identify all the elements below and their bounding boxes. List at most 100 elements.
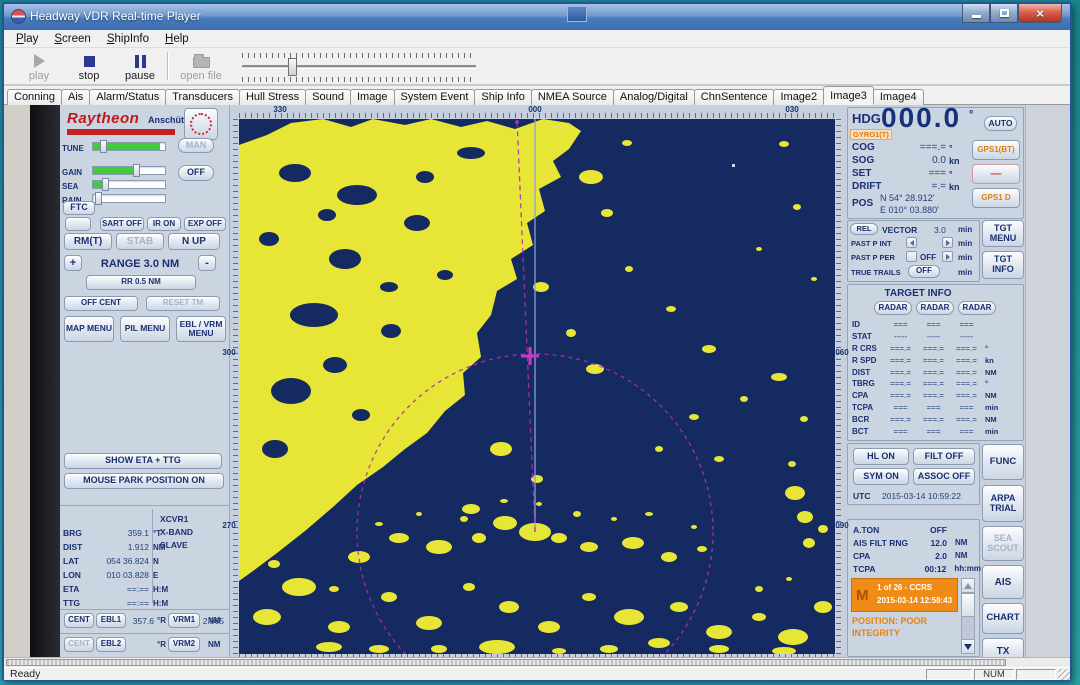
arpa-trial-button[interactable]: ARPA TRIAL xyxy=(982,485,1024,522)
rain-slider[interactable] xyxy=(92,194,166,203)
past-int-dec-button[interactable] xyxy=(906,237,917,248)
ais-button[interactable]: AIS xyxy=(982,565,1024,599)
alarm-message-banner[interactable]: M 1 of 26 - CCRS 2015-03-14 12:58:43 xyxy=(851,578,958,612)
trackbar-thumb[interactable] xyxy=(288,58,297,76)
alarm-scroll-down-button[interactable] xyxy=(962,639,974,653)
sea-scout-button[interactable]: SEA SCOUT xyxy=(982,526,1024,561)
tgt-menu-button[interactable]: TGT MENU xyxy=(982,220,1024,247)
range-rings-button[interactable]: RR 0.5 NM xyxy=(86,275,196,290)
tab-hull-stress[interactable]: Hull Stress xyxy=(239,89,306,105)
ebl-edge-dot xyxy=(515,120,519,124)
close-button[interactable]: × xyxy=(1018,4,1062,23)
horizontal-scrollbar[interactable] xyxy=(4,657,1070,667)
rain-thumb[interactable] xyxy=(95,192,102,205)
assoc-off-button[interactable]: ASSOC OFF xyxy=(913,468,975,485)
sart-off-button[interactable]: SART OFF xyxy=(100,217,144,231)
horizontal-scrollbar-thumb[interactable] xyxy=(6,659,1006,666)
past-per-inc-button[interactable] xyxy=(942,251,953,262)
stab-button[interactable]: STAB xyxy=(116,233,164,250)
stop-button[interactable]: stop xyxy=(66,50,112,84)
past-per-check[interactable] xyxy=(906,251,917,262)
tune-thumb[interactable] xyxy=(100,140,107,153)
gain-thumb[interactable] xyxy=(133,164,140,177)
cent1-button[interactable]: CENT xyxy=(64,613,94,628)
tab-system-event[interactable]: System Event xyxy=(394,89,476,105)
menu-item[interactable]: Play xyxy=(8,31,46,47)
vrm1-button[interactable]: VRM1 xyxy=(168,613,200,628)
man-button[interactable]: MAN xyxy=(178,138,214,153)
blank-toggle-button[interactable] xyxy=(65,217,91,231)
tab-image3-selected[interactable]: Image3 xyxy=(823,86,874,105)
trackbar-track[interactable] xyxy=(242,65,476,69)
gps1-d-button[interactable]: GPS1 D xyxy=(972,188,1020,208)
tab-sound[interactable]: Sound xyxy=(305,89,351,105)
off-center-button[interactable]: OFF CENT xyxy=(64,296,138,311)
exp-off-button[interactable]: EXP OFF xyxy=(184,217,226,231)
ebl1-button[interactable]: EBL1 xyxy=(96,613,126,628)
sea-thumb[interactable] xyxy=(102,178,109,191)
tab-nmea-source[interactable]: NMEA Source xyxy=(531,89,614,105)
filt-off-button[interactable]: FILT OFF xyxy=(913,448,975,465)
menu-item[interactable]: ShipInfo xyxy=(99,31,157,47)
range-decrease-button[interactable]: - xyxy=(198,255,216,271)
alarm-scroll-up-button[interactable] xyxy=(962,579,974,593)
past-int-inc-button[interactable] xyxy=(942,237,953,248)
show-eta-ttg-button[interactable]: SHOW ETA + TTG xyxy=(64,453,222,469)
hl-on-button[interactable]: HL ON xyxy=(853,448,909,465)
rel-vector-button[interactable]: REL xyxy=(850,223,878,235)
chart-button[interactable]: CHART xyxy=(982,603,1024,634)
minimize-button[interactable] xyxy=(962,4,990,23)
pil-menu-button[interactable]: PIL MENU xyxy=(120,316,170,342)
tab-transducers[interactable]: Transducers xyxy=(165,89,240,105)
brand-emblem-button[interactable] xyxy=(184,108,218,140)
map-menu-button[interactable]: MAP MENU xyxy=(64,316,114,342)
taskbar-thumbnail-artifact xyxy=(567,6,587,22)
tab-conning[interactable]: Conning xyxy=(7,89,62,105)
auto-button[interactable]: AUTO xyxy=(984,116,1017,131)
radar-target-button-1[interactable]: RADAR xyxy=(874,301,912,315)
tgt-info-button[interactable]: TGT INFO xyxy=(982,251,1024,279)
func-button[interactable]: FUNC xyxy=(982,444,1024,480)
cent2-button[interactable]: CENT xyxy=(64,637,94,652)
play-button[interactable]: play xyxy=(16,50,62,84)
ir-on-button[interactable]: IR ON xyxy=(147,217,181,231)
gain-slider[interactable] xyxy=(92,166,166,175)
ftc-button[interactable]: FTC xyxy=(63,201,95,215)
ebl2-button[interactable]: EBL2 xyxy=(96,637,126,652)
radar-target-button-3[interactable]: RADAR xyxy=(958,301,996,315)
gps1-bt-button[interactable]: GPS1(BT) xyxy=(972,140,1020,160)
sym-on-button[interactable]: SYM ON xyxy=(853,468,909,485)
tab-image4[interactable]: Image4 xyxy=(873,89,924,105)
alarm-scroll-thumb[interactable] xyxy=(962,593,974,617)
tune-slider[interactable] xyxy=(92,142,166,151)
menu-item[interactable]: Screen xyxy=(46,31,98,47)
tab-ship-info[interactable]: Ship Info xyxy=(474,89,531,105)
tab-image[interactable]: Image xyxy=(350,89,395,105)
trails-off-button[interactable]: OFF xyxy=(908,265,940,278)
sea-slider[interactable] xyxy=(92,180,166,189)
off-button[interactable]: OFF xyxy=(178,165,214,181)
range-increase-button[interactable]: + xyxy=(64,255,82,271)
maximize-button[interactable] xyxy=(990,4,1018,23)
tab-chnsentence[interactable]: ChnSentence xyxy=(694,89,775,105)
tab-image2[interactable]: Image2 xyxy=(773,89,824,105)
playback-trackbar[interactable] xyxy=(242,52,476,82)
tab-alarm-status[interactable]: Alarm/Status xyxy=(89,89,166,105)
menu-item[interactable]: Help xyxy=(157,31,197,47)
gps-dash-button[interactable]: — xyxy=(972,164,1020,184)
reset-tm-button[interactable]: RESET TM xyxy=(146,296,220,311)
tab-analog-digital[interactable]: Analog/Digital xyxy=(613,89,695,105)
vrm2-button[interactable]: VRM2 xyxy=(168,637,200,652)
title-bar[interactable]: Headway VDR Real-time Player × xyxy=(4,4,1070,30)
pause-button[interactable]: pause xyxy=(116,50,164,84)
tab-ais[interactable]: Ais xyxy=(61,89,90,105)
north-up-button[interactable]: N UP xyxy=(168,233,220,250)
resize-grip[interactable] xyxy=(1058,669,1070,680)
radar-target-button-2[interactable]: RADAR xyxy=(916,301,954,315)
ebl-vrm-menu-button[interactable]: EBL / VRM MENU xyxy=(176,316,226,342)
open-file-button[interactable]: open file xyxy=(174,50,228,84)
alarm-scrollbar[interactable] xyxy=(961,578,975,654)
tx-button[interactable]: TX xyxy=(982,638,1024,657)
rm-mode-button[interactable]: RM(T) xyxy=(64,233,112,250)
mouse-park-button[interactable]: MOUSE PARK POSITION ON xyxy=(64,473,224,489)
